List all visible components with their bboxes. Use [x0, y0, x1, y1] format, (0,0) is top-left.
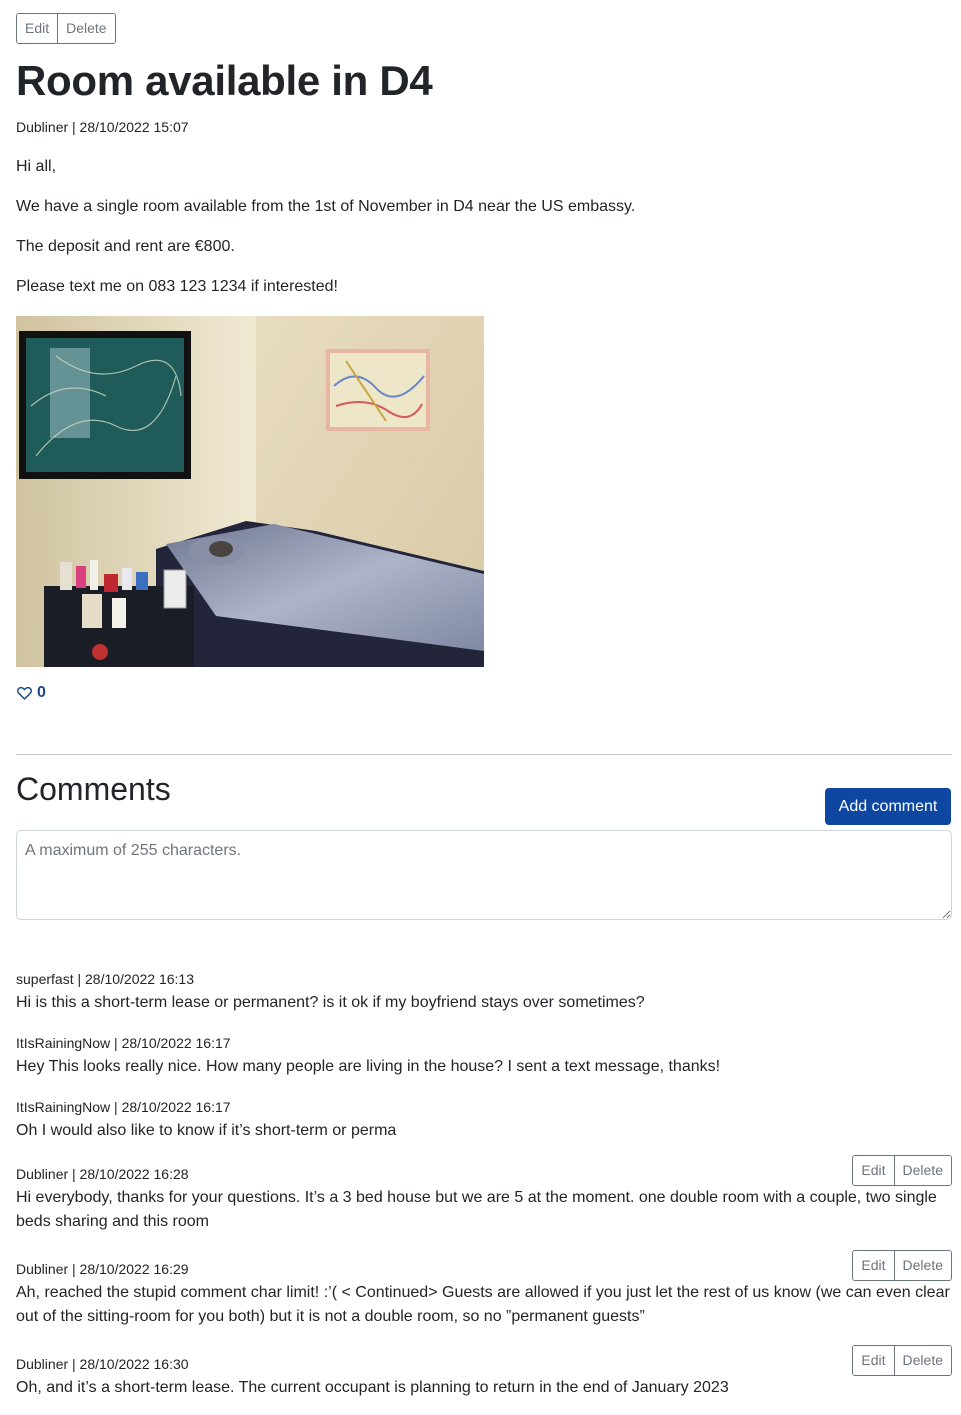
divider	[16, 754, 952, 755]
comment-action-group: Edit Delete	[852, 1155, 952, 1186]
comment-text: Oh, and it’s a short-term lease. The cur…	[16, 1379, 729, 1396]
comment-item: ItIsRainingNow | 28/10/2022 16:17 Hey Th…	[16, 1034, 952, 1079]
comment-item: Dubliner | 28/10/2022 16:29 Edit Delete …	[16, 1250, 952, 1329]
page-title: Room available in D4	[16, 57, 433, 104]
add-comment-button[interactable]: Add comment	[825, 788, 951, 825]
comment-item: superfast | 28/10/2022 16:13 Hi is this …	[16, 970, 952, 1015]
comment-action-group: Edit Delete	[852, 1345, 952, 1376]
comment-meta: superfast | 28/10/2022 16:13	[16, 971, 194, 987]
delete-comment-button[interactable]: Delete	[893, 1156, 951, 1185]
comment-text: Hi everybody, thanks for your questions.…	[16, 1189, 937, 1230]
comment-text: Oh I would also like to know if it’s sho…	[16, 1122, 397, 1139]
comment-item: Dubliner | 28/10/2022 16:30 Edit Delete …	[16, 1345, 952, 1400]
comment-action-group: Edit Delete	[852, 1250, 952, 1281]
comment-meta: Dubliner | 28/10/2022 16:28	[16, 1166, 189, 1182]
edit-comment-button[interactable]: Edit	[853, 1251, 894, 1280]
comment-text: Ah, reached the stupid comment char limi…	[16, 1284, 950, 1325]
comment-item: Dubliner | 28/10/2022 16:28 Edit Delete …	[16, 1155, 952, 1234]
edit-post-button[interactable]: Edit	[17, 14, 58, 43]
edit-comment-button[interactable]: Edit	[853, 1156, 894, 1185]
post-meta: Dubliner | 28/10/2022 15:07	[16, 119, 189, 135]
post-paragraph: We have a single room available from the…	[16, 198, 636, 215]
post-action-group: Edit Delete	[16, 13, 116, 44]
comments-heading: Comments	[16, 771, 171, 807]
post-paragraph: Please text me on 083 123 1234 if intere…	[16, 278, 338, 295]
comment-meta: Dubliner | 28/10/2022 16:29	[16, 1261, 189, 1277]
comment-item: ItIsRainingNow | 28/10/2022 16:17 Oh I w…	[16, 1098, 952, 1143]
comment-input[interactable]	[16, 830, 952, 920]
edit-comment-button[interactable]: Edit	[853, 1346, 894, 1375]
comment-meta: Dubliner | 28/10/2022 16:30	[16, 1356, 189, 1372]
delete-comment-button[interactable]: Delete	[893, 1251, 951, 1280]
like-button[interactable]: 0	[16, 684, 46, 702]
post-paragraph: Hi all,	[16, 158, 57, 175]
like-count: 0	[37, 684, 46, 701]
delete-post-button[interactable]: Delete	[57, 14, 115, 43]
comment-text: Hi is this a short-term lease or permane…	[16, 994, 645, 1011]
post-body: Hi all, We have a single room available …	[16, 157, 635, 317]
delete-comment-button[interactable]: Delete	[893, 1346, 951, 1375]
comment-meta: ItIsRainingNow | 28/10/2022 16:17	[16, 1099, 231, 1115]
post-paragraph: The deposit and rent are €800.	[16, 238, 235, 255]
comment-meta: ItIsRainingNow | 28/10/2022 16:17	[16, 1035, 231, 1051]
room-photo	[16, 316, 484, 667]
heart-outline-icon	[17, 686, 32, 700]
comment-text: Hey This looks really nice. How many peo…	[16, 1058, 721, 1075]
